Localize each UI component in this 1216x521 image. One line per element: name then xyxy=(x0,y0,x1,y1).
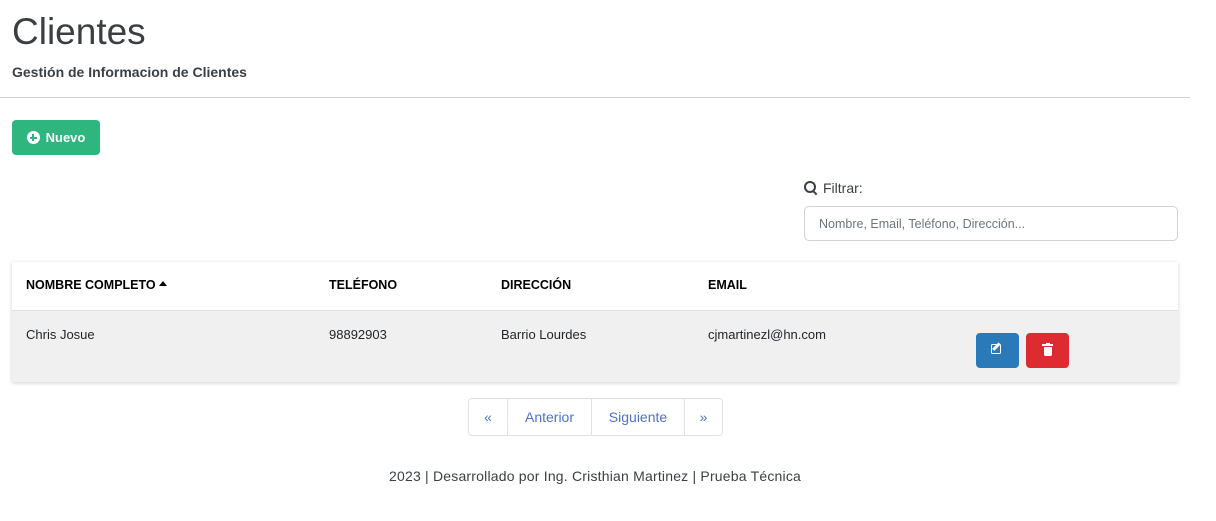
column-header-direccion[interactable]: DIRECCIÓN xyxy=(501,262,571,310)
pagination-previous[interactable]: Anterior xyxy=(508,399,592,435)
trash-icon xyxy=(1042,343,1053,357)
edit-button[interactable] xyxy=(976,333,1019,368)
footer-text: 2023 | Desarrollado por Ing. Cristhian M… xyxy=(388,468,802,484)
delete-button[interactable] xyxy=(1026,333,1069,368)
plus-circle-icon xyxy=(26,131,40,144)
table-header: NOMBRE COMPLETO TELÉFONO DIRECCIÓN EMAIL xyxy=(12,262,1178,311)
search-icon xyxy=(804,181,818,196)
column-header-nombre[interactable]: NOMBRE COMPLETO xyxy=(26,262,167,310)
clients-table: NOMBRE COMPLETO TELÉFONO DIRECCIÓN EMAIL… xyxy=(12,262,1178,382)
page-title: Clientes xyxy=(12,11,146,52)
column-header-telefono[interactable]: TELÉFONO xyxy=(329,262,397,310)
edit-icon xyxy=(991,344,1001,354)
column-header-email[interactable]: EMAIL xyxy=(708,262,747,310)
cell-email: cjmartinezl@hn.com xyxy=(708,327,826,342)
sort-asc-icon xyxy=(158,281,167,286)
new-client-button[interactable]: Nuevo xyxy=(12,120,100,155)
pagination: « Anterior Siguiente » xyxy=(468,398,723,436)
header-divider xyxy=(0,97,1190,98)
pagination-first[interactable]: « xyxy=(469,399,508,435)
cell-nombre: Chris Josue xyxy=(26,327,95,342)
filter-input[interactable] xyxy=(804,206,1178,241)
page-subtitle: Gestión de Informacion de Clientes xyxy=(12,64,247,80)
cell-telefono: 98892903 xyxy=(329,327,387,342)
pagination-next[interactable]: Siguiente xyxy=(592,399,685,435)
cell-direccion: Barrio Lourdes xyxy=(501,327,587,342)
filter-label: Filtrar: xyxy=(804,180,863,196)
table-row: Chris Josue 98892903 Barrio Lourdes cjma… xyxy=(12,311,1178,382)
pagination-last[interactable]: » xyxy=(685,399,722,435)
filter-label-text: Filtrar: xyxy=(823,180,863,196)
new-client-label: Nuevo xyxy=(45,130,86,145)
